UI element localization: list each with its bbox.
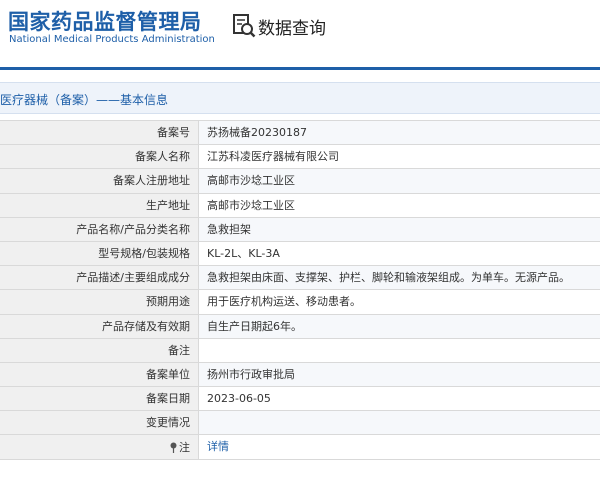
table-row: 备注 (0, 338, 600, 363)
row-value: 急救担架 (199, 217, 600, 241)
row-label: 备案人名称 (0, 145, 199, 169)
detail-table: 备案号 苏扬械备20230187 备案人名称 江苏科凌医疗器械有限公司 备案人注… (0, 120, 600, 460)
row-value (199, 411, 600, 435)
details-link[interactable]: 详情 (199, 435, 600, 459)
table-row: 生产地址 高邮市沙埝工业区 (0, 193, 600, 218)
magnifier-document-icon (233, 14, 256, 38)
row-value: 急救担架由床面、支撑架、护栏、脚轮和输液架组成。为单车。无源产品。 (199, 266, 600, 290)
row-value: 2023-06-05 (199, 387, 600, 411)
row-label: 产品描述/主要组成成分 (0, 266, 199, 290)
table-row: 产品名称/产品分类名称 急救担架 (0, 217, 600, 242)
row-label: 生产地址 (0, 193, 199, 217)
row-label: 备案日期 (0, 387, 199, 411)
row-value: KL-2L、KL-3A (199, 241, 600, 266)
table-row: 备案人名称 江苏科凌医疗器械有限公司 (0, 145, 600, 170)
map-pin-icon (170, 442, 177, 453)
row-label-note: 注 (0, 435, 199, 459)
logo-english: National Medical Products Administration (9, 34, 215, 45)
row-value: 自生产日期起6年。 (199, 314, 600, 338)
data-query-title: 数据查询 (258, 18, 326, 39)
table-row: 预期用途 用于医疗机构运送、移动患者。 (0, 290, 600, 315)
header-divider (0, 67, 600, 70)
row-label: 备案人注册地址 (0, 169, 199, 193)
row-label: 预期用途 (0, 290, 199, 314)
row-value: 用于医疗机构运送、移动患者。 (199, 290, 600, 314)
row-label: 产品存储及有效期 (0, 314, 199, 338)
row-value: 江苏科凌医疗器械有限公司 (199, 145, 600, 169)
table-row: 注 详情 (0, 435, 600, 460)
section-header: 医疗器械（备案）——基本信息 (0, 82, 600, 114)
row-value: 高邮市沙埝工业区 (199, 169, 600, 193)
row-label: 备注 (0, 338, 199, 362)
logo-chinese[interactable]: 国家药品监督管理局 (8, 6, 202, 36)
data-query-heading: 数据查询 (232, 12, 326, 40)
table-row: 产品存储及有效期 自生产日期起6年。 (0, 314, 600, 339)
row-label: 变更情况 (0, 411, 199, 435)
row-label-text: 注 (179, 440, 190, 454)
table-row: 备案号 苏扬械备20230187 (0, 121, 600, 146)
table-row: 型号规格/包装规格 KL-2L、KL-3A (0, 241, 600, 267)
row-value: 高邮市沙埝工业区 (199, 193, 600, 217)
table-row: 产品描述/主要组成成分 急救担架由床面、支撑架、护栏、脚轮和输液架组成。为单车。… (0, 266, 600, 291)
row-value: 苏扬械备20230187 (199, 121, 600, 145)
section-title: 医疗器械（备案）——基本信息 (0, 93, 169, 107)
row-value (199, 338, 600, 362)
site-header: 国家药品监督管理局 National Medical Products Admi… (0, 0, 600, 62)
row-value: 扬州市行政审批局 (199, 362, 600, 387)
row-label: 产品名称/产品分类名称 (0, 217, 199, 241)
table-row: 备案单位 扬州市行政审批局 (0, 362, 600, 388)
table-row: 变更情况 (0, 411, 600, 436)
table-row: 备案人注册地址 高邮市沙埝工业区 (0, 169, 600, 194)
row-label: 备案号 (0, 121, 199, 145)
row-label: 型号规格/包装规格 (0, 241, 199, 266)
row-label: 备案单位 (0, 362, 199, 387)
table-row: 备案日期 2023-06-05 (0, 387, 600, 412)
